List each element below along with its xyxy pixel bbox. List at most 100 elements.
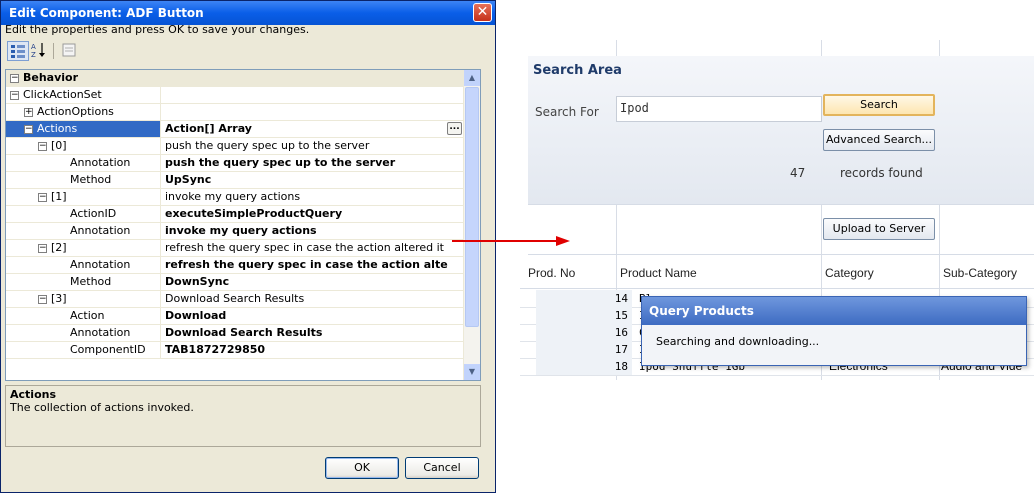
property-value-cell[interactable]: TAB1872729850: [162, 342, 466, 358]
property-name: Annotation: [70, 258, 131, 271]
property-row[interactable]: Annotation invoke my query actions: [6, 223, 466, 240]
property-name: ClickActionSet: [23, 88, 102, 101]
categorized-view-icon[interactable]: [7, 41, 29, 61]
property-name-cell[interactable]: − [1]: [6, 189, 161, 205]
scroll-thumb[interactable]: [465, 87, 479, 327]
column-header-product-name[interactable]: Product Name: [620, 258, 697, 288]
property-name-cell[interactable]: Annotation: [6, 325, 161, 341]
property-value: Download Search Results: [165, 326, 323, 339]
property-row[interactable]: Method DownSync: [6, 274, 466, 291]
svg-text:A: A: [31, 43, 36, 51]
property-value-cell[interactable]: [162, 104, 466, 120]
popup-title: Query Products: [642, 297, 1026, 325]
property-name-cell[interactable]: Method: [6, 172, 161, 188]
close-icon[interactable]: ✕: [473, 3, 492, 22]
prod-no-cell: 17: [536, 341, 632, 358]
collapse-icon[interactable]: −: [38, 192, 47, 202]
property-name: [0]: [51, 139, 67, 152]
property-row[interactable]: − [3] Download Search Results: [6, 291, 466, 308]
property-value-cell[interactable]: invoke my query actions: [162, 189, 466, 205]
property-value-cell[interactable]: Download: [162, 308, 466, 324]
query-products-popup: Query Products Searching and downloading…: [641, 296, 1027, 366]
property-row[interactable]: Annotation push the query spec up to the …: [6, 155, 466, 172]
property-row[interactable]: Action Download: [6, 308, 466, 325]
property-value-cell[interactable]: refresh the query spec in case the actio…: [162, 257, 466, 273]
collapse-icon[interactable]: −: [38, 294, 47, 304]
property-row[interactable]: ComponentID TAB1872729850: [6, 342, 466, 359]
property-value-cell[interactable]: push the query spec up to the server: [162, 155, 466, 171]
expand-icon[interactable]: +: [24, 107, 33, 117]
help-title: Actions: [10, 388, 56, 401]
property-value-cell[interactable]: Download Search Results: [162, 325, 466, 341]
property-value-cell[interactable]: Action[] Array...: [162, 121, 466, 137]
property-row[interactable]: + ActionOptions: [6, 104, 466, 121]
property-pages-icon[interactable]: [59, 41, 81, 61]
property-name-cell[interactable]: − ClickActionSet: [6, 87, 161, 103]
property-value-cell[interactable]: UpSync: [162, 172, 466, 188]
property-name-cell[interactable]: − [3]: [6, 291, 161, 307]
property-value: Action[] Array: [165, 122, 252, 135]
property-name-cell[interactable]: Annotation: [6, 257, 161, 273]
property-name-cell[interactable]: − Behavior: [6, 70, 306, 86]
collapse-icon[interactable]: −: [24, 124, 33, 134]
property-category-row[interactable]: − Behavior: [6, 70, 466, 87]
property-name: Behavior: [23, 71, 79, 84]
column-header-category[interactable]: Category: [825, 258, 874, 288]
property-value-cell[interactable]: push the query spec up to the server: [162, 138, 466, 154]
property-grid-scrollbar[interactable]: ▲ ▼: [463, 70, 480, 380]
advanced-search-button[interactable]: Advanced Search...: [823, 129, 935, 151]
property-help-panel: Actions The collection of actions invoke…: [5, 385, 481, 447]
property-value-cell[interactable]: Download Search Results: [162, 291, 466, 307]
collapse-icon[interactable]: −: [38, 141, 47, 151]
alphabetical-sort-icon[interactable]: A Z: [29, 41, 51, 61]
property-value: UpSync: [165, 173, 212, 186]
scroll-up-icon[interactable]: ▲: [464, 70, 480, 86]
property-row[interactable]: Method UpSync: [6, 172, 466, 189]
collapse-icon[interactable]: −: [38, 243, 47, 253]
property-value-cell[interactable]: invoke my query actions: [162, 223, 466, 239]
collapse-icon[interactable]: −: [10, 73, 19, 83]
search-button[interactable]: Search: [823, 94, 935, 116]
property-name-cell[interactable]: Annotation: [6, 155, 161, 171]
property-grid[interactable]: − Behavior − ClickActionSet + ActionOptions − A…: [5, 69, 481, 381]
property-value: invoke my query actions: [165, 190, 301, 203]
property-name-cell[interactable]: ActionID: [6, 206, 161, 222]
cancel-button[interactable]: Cancel: [405, 457, 479, 479]
property-name: Action: [70, 309, 105, 322]
property-row[interactable]: Annotation Download Search Results: [6, 325, 466, 342]
collapse-icon[interactable]: −: [10, 90, 19, 100]
property-name-cell[interactable]: ComponentID: [6, 342, 161, 358]
column-header-sub-category[interactable]: Sub-Category: [943, 258, 1017, 288]
property-name-cell[interactable]: Annotation: [6, 223, 161, 239]
property-name-cell[interactable]: + ActionOptions: [6, 104, 161, 120]
property-name: Method: [70, 275, 112, 288]
property-value-cell[interactable]: DownSync: [162, 274, 466, 290]
prod-no-cell: 15: [536, 307, 632, 324]
property-row[interactable]: ActionID executeSimpleProductQuery: [6, 206, 466, 223]
property-row[interactable]: − ClickActionSet: [6, 87, 466, 104]
property-name-cell[interactable]: Action: [6, 308, 161, 324]
property-value-cell[interactable]: [162, 87, 466, 103]
search-input[interactable]: Ipod: [616, 96, 822, 122]
property-value-cell[interactable]: executeSimpleProductQuery: [162, 206, 466, 222]
upload-to-server-button[interactable]: Upload to Server: [823, 218, 935, 240]
property-name-cell[interactable]: − [0]: [6, 138, 161, 154]
column-header-prod-no[interactable]: Prod. No: [528, 258, 575, 288]
property-row[interactable]: − [1] invoke my query actions: [6, 189, 466, 206]
dialog-titlebar[interactable]: Edit Component: ADF Button ✕: [1, 1, 495, 25]
help-description: The collection of actions invoked.: [10, 401, 194, 414]
property-row[interactable]: − [0] push the query spec up to the server: [6, 138, 466, 155]
property-value-cell[interactable]: refresh the query spec in case the actio…: [162, 240, 466, 256]
property-name-cell[interactable]: Method: [6, 274, 161, 290]
scroll-down-icon[interactable]: ▼: [464, 364, 480, 380]
records-found-label: records found: [840, 166, 923, 180]
property-name-cell[interactable]: − [2]: [6, 240, 161, 256]
property-value: Download Search Results: [165, 292, 305, 305]
property-name: Annotation: [70, 156, 131, 169]
ellipsis-button[interactable]: ...: [447, 122, 462, 135]
property-row[interactable]: Annotation refresh the query spec in case…: [6, 257, 466, 274]
property-name-cell[interactable]: − Actions: [6, 121, 161, 137]
property-row[interactable]: − [2] refresh the query spec in case the a…: [6, 240, 466, 257]
ok-button[interactable]: OK: [325, 457, 399, 479]
property-row[interactable]: − Actions Action[] Array...: [6, 121, 466, 138]
